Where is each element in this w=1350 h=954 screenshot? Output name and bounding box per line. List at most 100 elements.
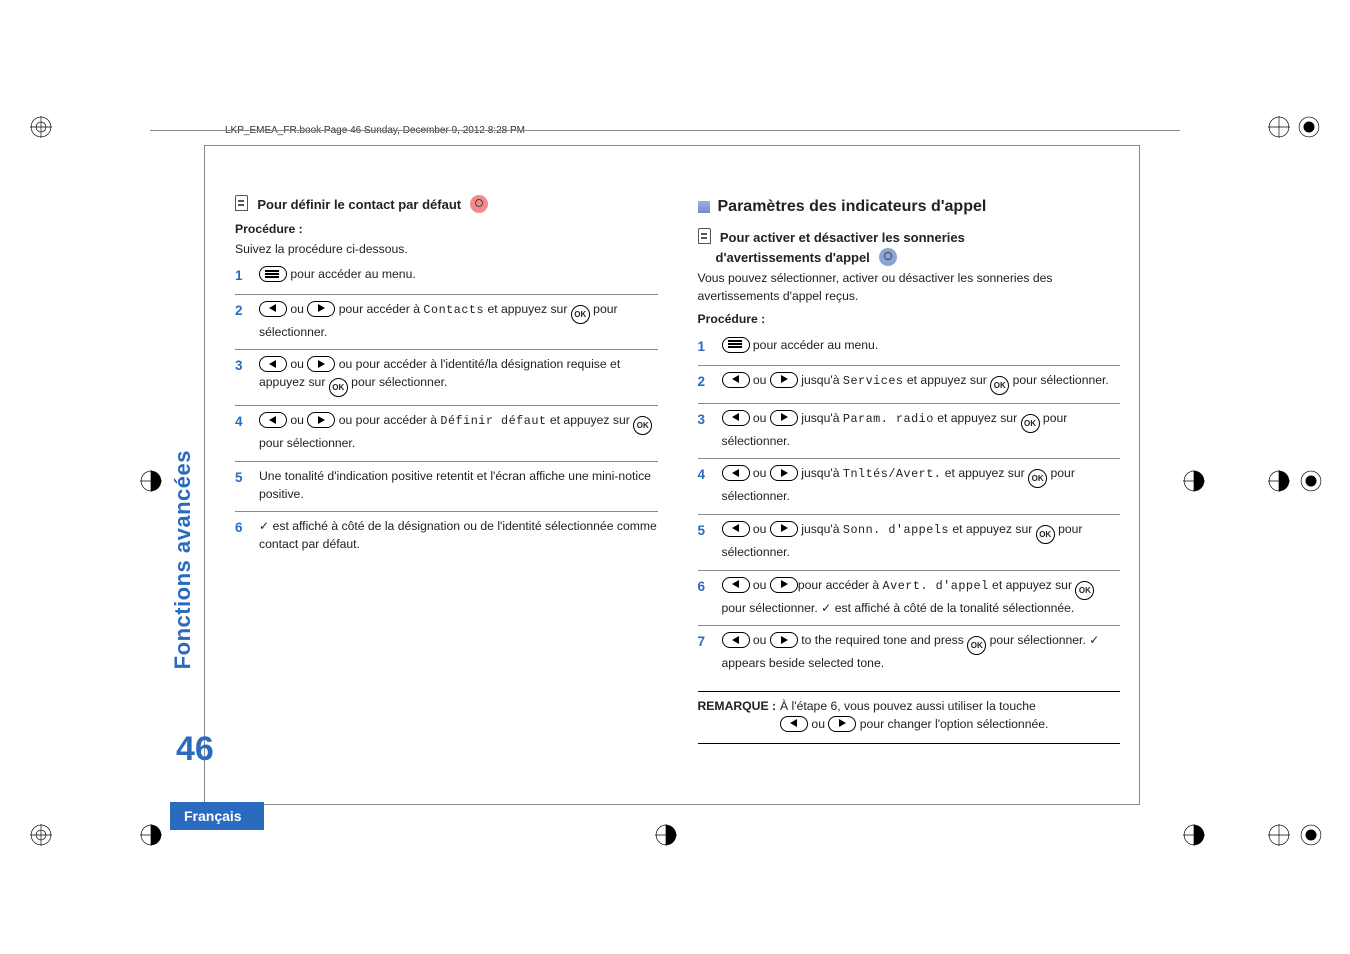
nav-right-icon	[307, 301, 335, 317]
step-body: ou jusqu'à Sonn. d'appels et appuyez sur…	[722, 521, 1121, 562]
ok-button-icon: OK	[990, 376, 1009, 395]
nav-right-icon	[828, 716, 856, 732]
reg-mark-icon	[1300, 470, 1322, 492]
nav-left-icon	[722, 632, 750, 648]
step-text: pour sélectionner.	[1009, 373, 1109, 387]
reg-mark-icon	[1298, 116, 1320, 138]
menu-path: Services	[843, 374, 904, 388]
step-text: jusqu'à	[798, 466, 843, 480]
nav-right-icon	[770, 410, 798, 426]
nav-left-icon	[722, 521, 750, 537]
step-number: 5	[698, 521, 712, 562]
remark-text: ou	[808, 717, 828, 731]
step-number: 6	[235, 518, 249, 553]
step-text: pour accéder au menu.	[750, 338, 879, 352]
reg-mark-icon	[1300, 824, 1322, 846]
procedure-label: Procédure :	[698, 311, 1121, 329]
step-item: 6 ✓ est affiché à côté de la désignation…	[235, 512, 658, 561]
step-text: jusqu'à	[798, 411, 843, 425]
procedure-intro: Vous pouvez sélectionner, activer ou dés…	[698, 270, 1121, 305]
nav-left-icon	[259, 356, 287, 372]
ok-button-icon: OK	[1075, 581, 1094, 600]
step-text: pour sélectionner. ✓ est affiché à côté …	[722, 601, 1075, 615]
step-number: 6	[698, 577, 712, 618]
remark-text: pour changer l'option sélectionnée.	[856, 717, 1048, 731]
menu-path: Sonn. d'appels	[843, 523, 949, 537]
step-text: et appuyez sur	[949, 522, 1036, 536]
reg-mark-icon	[1183, 470, 1205, 492]
step-text: et appuyez sur	[934, 411, 1021, 425]
feature-badge-icon	[470, 195, 488, 213]
step-body: ou jusqu'à Param. radio et appuyez sur O…	[722, 410, 1121, 451]
crop-line	[150, 130, 1180, 131]
remark-box: REMARQUE : À l'étape 6, vous pouvez auss…	[698, 691, 1121, 744]
nav-left-icon	[780, 716, 808, 732]
nav-right-icon	[307, 412, 335, 428]
ok-button-icon: OK	[633, 416, 652, 435]
section-title: Paramètres des indicateurs d'appel	[718, 195, 987, 218]
section-heading: Paramètres des indicateurs d'appel	[698, 195, 1121, 218]
step-item: 4 ou jusqu'à Tnltés/Avert. et appuyez su…	[698, 459, 1121, 515]
procedure-icon	[235, 195, 248, 211]
steps-list: 1 pour accéder au menu. 2 ou pour accéde…	[235, 260, 658, 561]
step-text: et appuyez sur	[904, 373, 991, 387]
steps-list: 1 pour accéder au menu. 2 ou jusqu'à Ser…	[698, 331, 1121, 681]
step-body: ou pour accéder à Avert. d'appel et appu…	[722, 577, 1121, 618]
step-number: 4	[698, 465, 712, 506]
section-square-icon	[698, 201, 710, 213]
procedure-title: Pour définir le contact par défaut	[257, 197, 461, 212]
step-number: 7	[698, 632, 712, 673]
nav-left-icon	[722, 410, 750, 426]
step-body: pour accéder au menu.	[259, 266, 658, 286]
nav-right-icon	[770, 521, 798, 537]
menu-path: Contacts	[423, 303, 484, 317]
step-number: 2	[698, 372, 712, 395]
nav-right-icon	[770, 632, 798, 648]
step-body: ou ou pour accéder à l'identité/la désig…	[259, 356, 658, 397]
procedure-title: Pour activer et désactiver les sonneries	[720, 230, 965, 245]
nav-right-icon	[307, 356, 335, 372]
feature-badge-icon	[879, 248, 897, 266]
nav-left-icon	[722, 372, 750, 388]
step-body: ou ou pour accéder à Définir défaut et a…	[259, 412, 658, 453]
procedure-label: Procédure :	[235, 221, 658, 239]
step-body: ou to the required tone and press OK pou…	[722, 632, 1121, 673]
nav-left-icon	[259, 301, 287, 317]
step-number: 1	[235, 266, 249, 286]
procedure-icon	[698, 228, 711, 244]
page: LKP_EMEA_FR.book Page 46 Sunday, Decembe…	[150, 100, 1180, 850]
ok-button-icon: OK	[1036, 525, 1055, 544]
reg-mark-icon	[30, 824, 52, 846]
step-text: pour sélectionner.	[348, 375, 448, 389]
step-item: 2 ou jusqu'à Services et appuyez sur OK …	[698, 366, 1121, 404]
step-number: 5	[235, 468, 249, 503]
reg-mark-icon	[1183, 824, 1205, 846]
step-text: ou pour accéder à	[335, 413, 440, 427]
left-column: Pour définir le contact par défaut Procé…	[235, 195, 658, 744]
step-number: 4	[235, 412, 249, 453]
step-number: 1	[698, 337, 712, 357]
nav-right-icon	[770, 372, 798, 388]
ok-button-icon: OK	[1028, 469, 1047, 488]
menu-path: Avert. d'appel	[883, 579, 989, 593]
step-item: 5 ou jusqu'à Sonn. d'appels et appuyez s…	[698, 515, 1121, 571]
nav-left-icon	[722, 465, 750, 481]
menu-path: Tnltés/Avert.	[843, 467, 942, 481]
step-item: 3 ou jusqu'à Param. radio et appuyez sur…	[698, 404, 1121, 460]
step-body: ou jusqu'à Tnltés/Avert. et appuyez sur …	[722, 465, 1121, 506]
ok-button-icon: OK	[329, 378, 348, 397]
step-body: ou pour accéder à ou pour accéder à Cont…	[259, 301, 658, 342]
nav-left-icon	[722, 577, 750, 593]
step-item: 1 pour accéder au menu.	[698, 331, 1121, 366]
reg-mark-icon	[1268, 116, 1290, 138]
step-body: Une tonalité d'indication positive reten…	[259, 468, 658, 503]
remark-text: À l'étape 6, vous pouvez aussi utiliser …	[780, 699, 1036, 713]
step-text: pour sélectionner.	[259, 436, 355, 450]
procedure-title: d'avertissements d'appel	[716, 250, 870, 265]
step-text: et appuyez sur	[547, 413, 634, 427]
step-text: pour accéder au menu.	[290, 267, 415, 281]
step-body: pour accéder au menu.	[722, 337, 1121, 357]
step-text: jusqu'à	[798, 373, 843, 387]
remark-body: À l'étape 6, vous pouvez aussi utiliser …	[780, 698, 1048, 733]
step-body: ✓ est affiché à côté de la désignation o…	[259, 518, 658, 553]
